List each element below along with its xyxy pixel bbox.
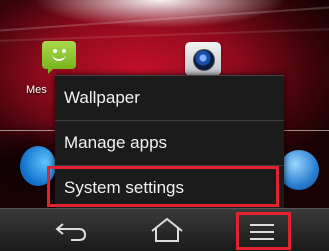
back-icon: [55, 223, 87, 241]
menu-button-highlight: [236, 212, 291, 250]
messaging-app-label: Mes: [26, 84, 47, 96]
menu-item-wallpaper[interactable]: Wallpaper: [55, 76, 284, 120]
camera-icon[interactable]: [185, 42, 221, 76]
back-button[interactable]: [45, 209, 105, 251]
menu-item-manage-apps[interactable]: Manage apps: [55, 121, 284, 165]
messaging-icon[interactable]: [40, 38, 78, 76]
home-icon: [151, 217, 183, 242]
browser-globe-icon[interactable]: [279, 150, 319, 190]
home-button[interactable]: [137, 209, 197, 251]
system-settings-highlight: [47, 166, 279, 207]
